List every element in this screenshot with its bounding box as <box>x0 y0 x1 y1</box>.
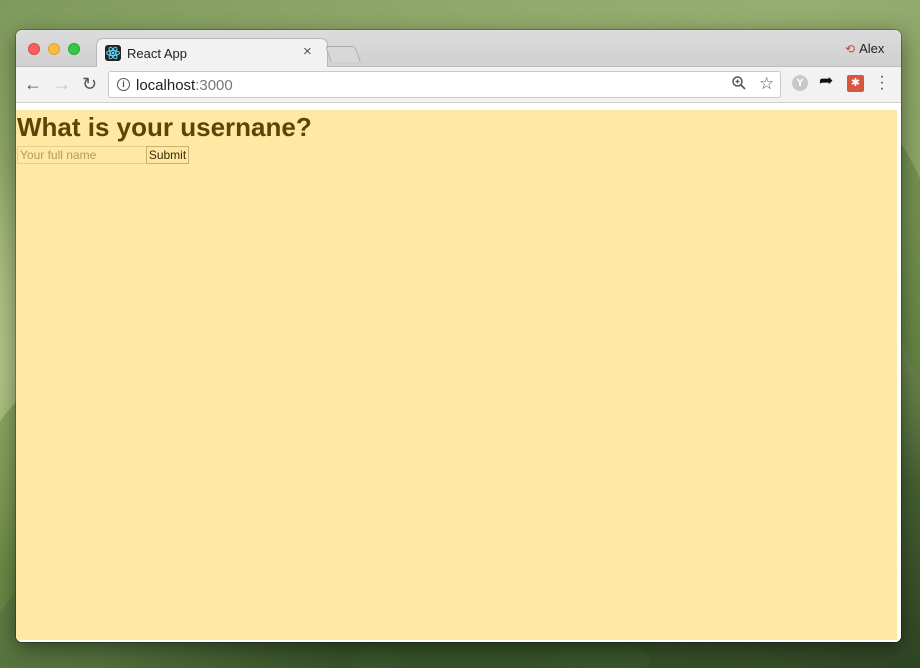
title-bar: React App × ⟲ Alex <box>16 30 901 68</box>
zoom-icon[interactable] <box>731 75 747 95</box>
app-container: What is your usernane? Submit <box>16 110 897 640</box>
tab-react-app[interactable]: React App × <box>96 38 328 68</box>
page-title: What is your usernane? <box>17 112 312 142</box>
window-minimize-button[interactable] <box>48 43 60 55</box>
extension-bug-icon[interactable]: ✱ <box>847 75 864 92</box>
browser-window: React App × ⟲ Alex ← → ↻ i localhost:3000… <box>16 30 901 642</box>
page-viewport: What is your usernane? Submit <box>16 104 901 642</box>
react-logo-icon <box>105 45 121 61</box>
reload-icon[interactable]: ↻ <box>82 73 97 95</box>
address-bar[interactable]: i localhost:3000 ☆ <box>108 71 781 98</box>
back-arrow-icon[interactable]: ← <box>24 73 42 95</box>
extension-y-icon[interactable]: Y <box>792 75 808 91</box>
bookmark-star-icon[interactable]: ☆ <box>759 74 774 94</box>
full-name-input[interactable] <box>17 146 147 164</box>
url-port: :3000 <box>195 77 233 94</box>
forward-arrow-icon[interactable]: → <box>53 73 71 95</box>
new-tab-button[interactable] <box>325 46 361 62</box>
share-arrow-icon[interactable]: ➦ <box>819 71 833 91</box>
menu-dots-icon[interactable]: · · · <box>878 69 886 97</box>
info-icon[interactable]: i <box>117 78 130 91</box>
tab-title: React App <box>127 46 187 61</box>
profile-name: Alex <box>859 41 885 56</box>
window-close-button[interactable] <box>28 43 40 55</box>
url-text[interactable]: localhost:3000 <box>136 77 233 94</box>
browser-toolbar: ← → ↻ i localhost:3000 ☆ Y ➦ ✱ · · · <box>16 67 901 103</box>
sync-error-icon: ⟲ <box>845 42 856 56</box>
url-host: localhost <box>136 77 196 94</box>
profile-button[interactable]: ⟲ Alex <box>845 41 884 56</box>
submit-button[interactable]: Submit <box>146 146 189 164</box>
window-maximize-button[interactable] <box>68 43 80 55</box>
tab-close-icon[interactable]: × <box>303 44 312 60</box>
